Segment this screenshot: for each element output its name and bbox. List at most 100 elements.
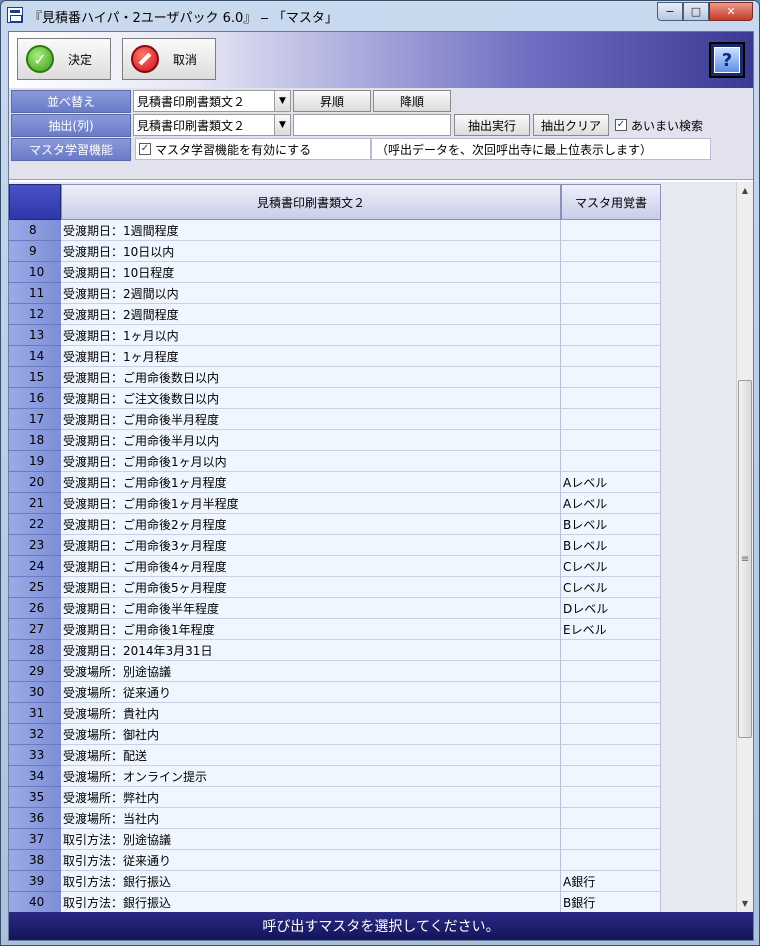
cell-memo[interactable] <box>561 451 661 472</box>
row-number[interactable]: 36 <box>9 808 61 829</box>
table-row[interactable]: 24 受渡期日：ご用命後4ヶ月程度 Cレベル <box>9 556 661 577</box>
minimize-button[interactable]: − <box>657 2 683 21</box>
row-number[interactable]: 39 <box>9 871 61 892</box>
cell-print-text[interactable]: 受渡期日：ご用命後1ヶ月半程度 <box>61 493 561 514</box>
row-number[interactable]: 35 <box>9 787 61 808</box>
cell-memo[interactable] <box>561 829 661 850</box>
cell-print-text[interactable]: 取引方法：別途協議 <box>61 829 561 850</box>
cell-print-text[interactable]: 受渡期日：ご用命後1年程度 <box>61 619 561 640</box>
scroll-up-icon[interactable]: ▲ <box>737 182 753 199</box>
sort-desc-button[interactable]: 降順 <box>373 90 451 112</box>
extract-input[interactable] <box>293 114 451 136</box>
cell-print-text[interactable]: 受渡場所：従来通り <box>61 682 561 703</box>
column-header-memo[interactable]: マスタ用覚書 <box>561 184 661 220</box>
cancel-button[interactable]: 取消 <box>122 38 216 80</box>
scroll-thumb[interactable]: ≡ <box>738 380 752 738</box>
row-number[interactable]: 16 <box>9 388 61 409</box>
cell-memo[interactable] <box>561 241 661 262</box>
table-row[interactable]: 22 受渡期日：ご用命後2ヶ月程度 Bレベル <box>9 514 661 535</box>
cell-memo[interactable]: Cレベル <box>561 577 661 598</box>
row-number[interactable]: 18 <box>9 430 61 451</box>
app-icon[interactable] <box>7 7 23 23</box>
table-row[interactable]: 10 受渡期日：10日程度 <box>9 262 661 283</box>
row-number[interactable]: 37 <box>9 829 61 850</box>
cell-memo[interactable] <box>561 850 661 871</box>
table-row[interactable]: 40 取引方法：銀行振込 B銀行 <box>9 892 661 913</box>
row-number[interactable]: 14 <box>9 346 61 367</box>
cell-print-text[interactable]: 受渡期日：1ヶ月程度 <box>61 346 561 367</box>
sort-column-select[interactable]: 見積書印刷書類文２ ▼ <box>133 90 291 112</box>
table-row[interactable]: 15 受渡期日：ご用命後数日以内 <box>9 367 661 388</box>
table-row[interactable]: 37 取引方法：別途協議 <box>9 829 661 850</box>
table-row[interactable]: 12 受渡期日：2週間程度 <box>9 304 661 325</box>
table-row[interactable]: 27 受渡期日：ご用命後1年程度 Eレベル <box>9 619 661 640</box>
table-row[interactable]: 34 受渡場所：オンライン提示 <box>9 766 661 787</box>
row-number[interactable]: 31 <box>9 703 61 724</box>
cell-print-text[interactable]: 受渡期日：10日程度 <box>61 262 561 283</box>
row-number[interactable]: 38 <box>9 850 61 871</box>
cell-memo[interactable]: Aレベル <box>561 472 661 493</box>
row-number[interactable]: 19 <box>9 451 61 472</box>
cell-memo[interactable]: Dレベル <box>561 598 661 619</box>
table-row[interactable]: 33 受渡場所：配送 <box>9 745 661 766</box>
row-number[interactable]: 8 <box>9 220 61 241</box>
sort-asc-button[interactable]: 昇順 <box>293 90 371 112</box>
cell-print-text[interactable]: 受渡期日：1ヶ月以内 <box>61 325 561 346</box>
cell-memo[interactable] <box>561 262 661 283</box>
table-row[interactable]: 35 受渡場所：弊社内 <box>9 787 661 808</box>
cell-print-text[interactable]: 受渡場所：配送 <box>61 745 561 766</box>
column-header-print-text[interactable]: 見積書印刷書類文２ <box>61 184 561 220</box>
cell-memo[interactable]: Eレベル <box>561 619 661 640</box>
cell-print-text[interactable]: 受渡期日：ご用命後半月程度 <box>61 409 561 430</box>
cell-print-text[interactable]: 受渡場所：弊社内 <box>61 787 561 808</box>
cell-print-text[interactable]: 取引方法：銀行振込 <box>61 892 561 913</box>
cell-memo[interactable] <box>561 367 661 388</box>
cell-memo[interactable]: Bレベル <box>561 535 661 556</box>
cell-print-text[interactable]: 受渡期日：ご注文後数日以内 <box>61 388 561 409</box>
cell-print-text[interactable]: 受渡期日：10日以内 <box>61 241 561 262</box>
ok-button[interactable]: ✓ 決定 <box>17 38 111 80</box>
extract-clear-button[interactable]: 抽出クリア <box>533 114 609 136</box>
row-number[interactable]: 25 <box>9 577 61 598</box>
table-row[interactable]: 17 受渡期日：ご用命後半月程度 <box>9 409 661 430</box>
cell-memo[interactable]: Aレベル <box>561 493 661 514</box>
table-row[interactable]: 18 受渡期日：ご用命後半月以内 <box>9 430 661 451</box>
scroll-down-icon[interactable]: ▼ <box>737 895 753 912</box>
cell-print-text[interactable]: 受渡期日：2週間程度 <box>61 304 561 325</box>
cell-memo[interactable] <box>561 346 661 367</box>
row-number[interactable]: 24 <box>9 556 61 577</box>
cell-memo[interactable] <box>561 388 661 409</box>
cell-memo[interactable] <box>561 661 661 682</box>
table-row[interactable]: 26 受渡期日：ご用命後半年程度 Dレベル <box>9 598 661 619</box>
row-number-header[interactable] <box>9 184 61 220</box>
cell-memo[interactable]: B銀行 <box>561 892 661 913</box>
cell-print-text[interactable]: 取引方法：従来通り <box>61 850 561 871</box>
row-number[interactable]: 33 <box>9 745 61 766</box>
extract-column-select[interactable]: 見積書印刷書類文２ ▼ <box>133 114 291 136</box>
cell-print-text[interactable]: 取引方法：銀行振込 <box>61 871 561 892</box>
cell-memo[interactable] <box>561 724 661 745</box>
checkbox-checked-icon[interactable]: ✓ <box>615 119 627 131</box>
cell-memo[interactable] <box>561 325 661 346</box>
row-number[interactable]: 27 <box>9 619 61 640</box>
table-row[interactable]: 23 受渡期日：ご用命後3ヶ月程度 Bレベル <box>9 535 661 556</box>
cell-print-text[interactable]: 受渡場所：別途協議 <box>61 661 561 682</box>
row-number[interactable]: 34 <box>9 766 61 787</box>
cell-memo[interactable] <box>561 640 661 661</box>
table-row[interactable]: 32 受渡場所：御社内 <box>9 724 661 745</box>
maximize-button[interactable]: □ <box>683 2 709 21</box>
cell-print-text[interactable]: 受渡場所：御社内 <box>61 724 561 745</box>
cell-print-text[interactable]: 受渡期日：ご用命後1ヶ月以内 <box>61 451 561 472</box>
row-number[interactable]: 20 <box>9 472 61 493</box>
vertical-scrollbar[interactable]: ▲ ≡ ▼ <box>736 182 753 912</box>
cell-print-text[interactable]: 受渡場所：当社内 <box>61 808 561 829</box>
cell-memo[interactable] <box>561 430 661 451</box>
cell-print-text[interactable]: 受渡期日：ご用命後2ヶ月程度 <box>61 514 561 535</box>
cell-print-text[interactable]: 受渡期日：ご用命後半年程度 <box>61 598 561 619</box>
cell-print-text[interactable]: 受渡期日：2014年3月31日 <box>61 640 561 661</box>
cell-memo[interactable]: Cレベル <box>561 556 661 577</box>
table-row[interactable]: 11 受渡期日：2週間以内 <box>9 283 661 304</box>
help-button[interactable]: ? <box>709 42 745 78</box>
cell-memo[interactable] <box>561 283 661 304</box>
row-number[interactable]: 12 <box>9 304 61 325</box>
